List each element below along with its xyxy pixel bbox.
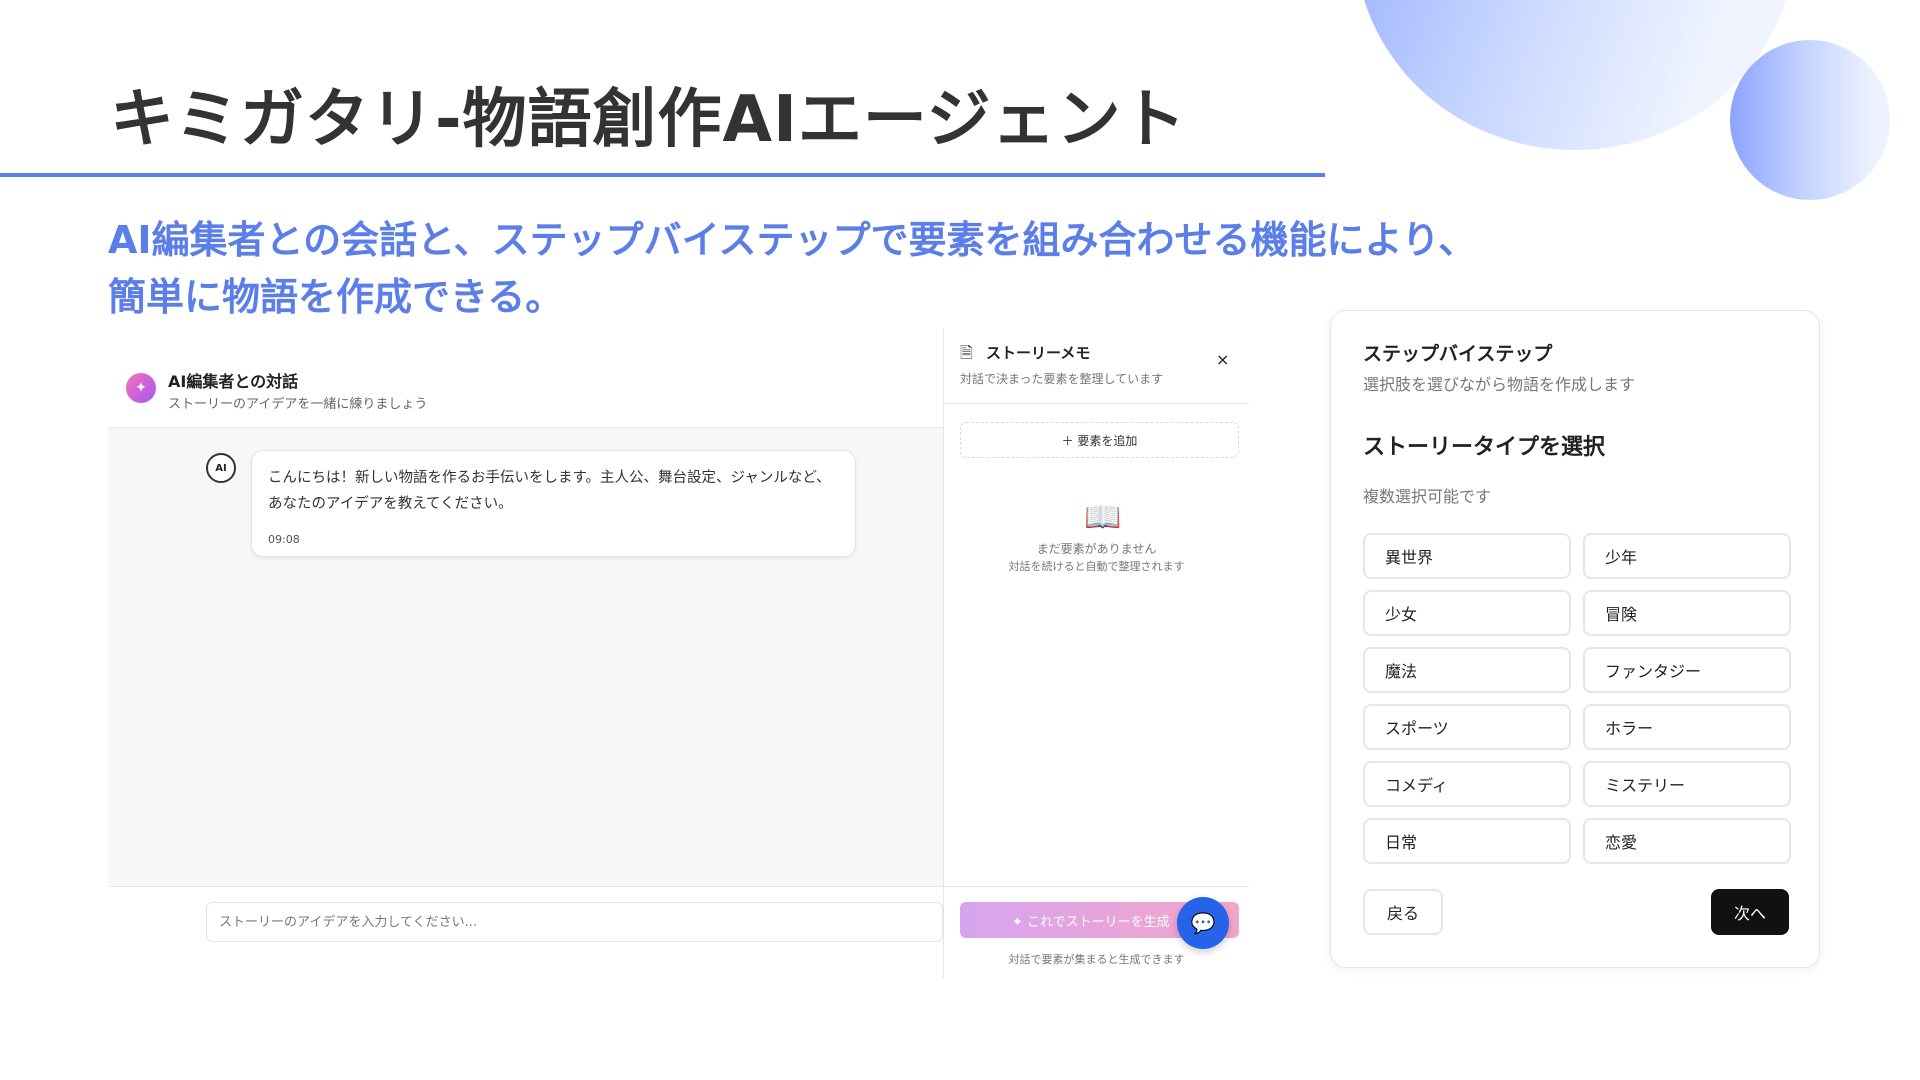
chat-message-time: 09:08 — [268, 533, 300, 546]
empty-state-subtitle: 対話を続けると自動で整理されます — [1008, 560, 1185, 573]
story-type-note: 複数選択可能です — [1363, 487, 1492, 506]
chat-title: AI編集者との対話 — [168, 372, 299, 391]
chat-panel: ✦ AI編集者との対話 ストーリーのアイデアを一緒に練りましょう AI こんにち… — [108, 328, 943, 978]
option-magic[interactable]: 魔法 — [1363, 647, 1571, 693]
memo-subtitle: 対話で決まった要素を整理しています — [960, 372, 1164, 386]
chat-message-bubble: こんにちは！新しい物語を作るお手伝いをします。主人公、舞台設定、ジャンルなど、あ… — [251, 450, 856, 557]
option-daily-life[interactable]: 日常 — [1363, 818, 1571, 864]
option-sports[interactable]: スポーツ — [1363, 704, 1571, 750]
step-subtitle: 選択肢を選びながら物語を作成します — [1363, 375, 1636, 394]
sparkle-icon: ✦ — [1012, 914, 1028, 930]
decorative-blob-large — [1355, 0, 1795, 150]
memo-header: 🗎 ストーリーメモ 対話で決まった要素を整理しています × — [944, 328, 1249, 404]
memo-title: ストーリーメモ — [986, 344, 1091, 362]
chat-screenshot: ✦ AI編集者との対話 ストーリーのアイデアを一緒に練りましょう AI こんにち… — [108, 328, 1249, 978]
sparkle-icon: ✦ — [126, 373, 156, 403]
close-icon[interactable]: × — [1216, 350, 1229, 369]
story-type-title: ストーリータイプを選択 — [1363, 435, 1606, 460]
back-button[interactable]: 戻る — [1363, 889, 1443, 935]
memo-footer: ✦ これでストーリーを生成 💬 対話で要素が集まると生成できます — [944, 886, 1249, 978]
chat-input[interactable] — [206, 902, 943, 942]
chat-bubble-icon[interactable]: 💬 — [1177, 897, 1229, 949]
chat-subtitle: ストーリーのアイデアを一緒に練りましょう — [168, 397, 428, 412]
generate-note: 対話で要素が集まると生成できます — [1008, 953, 1185, 966]
chat-header: ✦ AI編集者との対話 ストーリーのアイデアを一緒に練りましょう — [108, 328, 943, 428]
chat-message-text: こんにちは！新しい物語を作るお手伝いをします。主人公、舞台設定、ジャンルなど、あ… — [268, 470, 831, 512]
option-isekai[interactable]: 異世界 — [1363, 533, 1571, 579]
option-adventure[interactable]: 冒険 — [1583, 590, 1791, 636]
generate-story-label: これでストーリーを生成 — [1027, 914, 1170, 930]
option-romance[interactable]: 恋愛 — [1583, 818, 1791, 864]
document-icon: 🗎 — [960, 343, 973, 362]
option-shonen[interactable]: 少年 — [1583, 533, 1791, 579]
slide-title: キミガタリ-物語創作AIエージェント — [110, 83, 1187, 157]
book-icon: 📖 — [1084, 500, 1122, 535]
option-fantasy[interactable]: ファンタジー — [1583, 647, 1791, 693]
add-element-button[interactable]: ＋ 要素を追加 — [960, 422, 1239, 458]
empty-state-title: まだ要素がありません — [1036, 542, 1157, 556]
option-comedy[interactable]: コメディ — [1363, 761, 1571, 807]
chat-footer — [108, 886, 943, 978]
option-mystery[interactable]: ミステリー — [1583, 761, 1791, 807]
bot-avatar: AI — [206, 453, 236, 483]
option-horror[interactable]: ホラー — [1583, 704, 1791, 750]
next-button[interactable]: 次へ — [1711, 889, 1789, 935]
decorative-blob-small — [1730, 40, 1890, 200]
subtitle-line-1: AI編集者との会話と、ステップバイステップで要素を組み合わせる機能により、 — [108, 218, 1477, 262]
slide-subtitle: AI編集者との会話と、ステップバイステップで要素を組み合わせる機能により、 簡単… — [108, 212, 1608, 326]
step-by-step-card: ステップバイステップ 選択肢を選びながら物語を作成します ストーリータイプを選択… — [1330, 310, 1820, 968]
title-underline — [0, 173, 1325, 177]
story-memo-panel: 🗎 ストーリーメモ 対話で決まった要素を整理しています × ＋ 要素を追加 📖 … — [943, 328, 1249, 978]
option-shojo[interactable]: 少女 — [1363, 590, 1571, 636]
step-title: ステップバイステップ — [1363, 343, 1553, 365]
